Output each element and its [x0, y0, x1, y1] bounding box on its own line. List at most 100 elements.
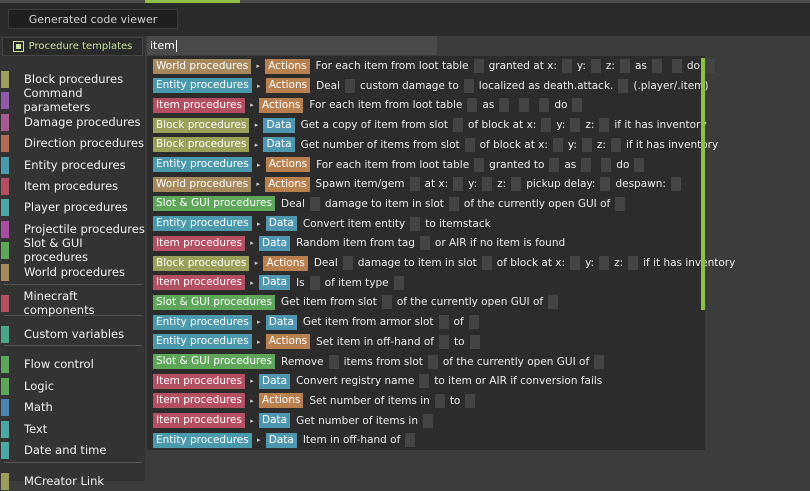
- sidebar-category-date-and-time[interactable]: Date and time: [0, 440, 145, 460]
- generated-code-viewer-button[interactable]: Generated code viewer: [8, 9, 178, 29]
- procedure-text-fragment: For each item from loot table: [316, 158, 470, 171]
- category-tag: World procedures: [153, 58, 252, 74]
- input-slot-placeholder: [427, 354, 438, 369]
- sidebar-category-entity-procedures[interactable]: Entity procedures: [0, 155, 145, 175]
- sidebar-category-slot-gui-procedures[interactable]: Slot & GUI procedures: [0, 236, 145, 264]
- procedure-text-fragment: do: [554, 99, 568, 112]
- search-input[interactable]: item: [147, 36, 437, 55]
- procedure-description: Deal custom damage to localized as death.a…: [316, 78, 709, 93]
- category-tag: Entity procedures: [153, 216, 252, 232]
- procedure-text-fragment: of: [453, 316, 464, 329]
- sidebar-category-label: Minecraft components: [23, 289, 95, 317]
- input-slot-placeholder: [342, 256, 353, 270]
- procedure-templates-button[interactable]: Procedure templates: [2, 37, 143, 56]
- procedure-result-row[interactable]: Block procedures ▸ Data Get number of items…: [153, 137, 718, 153]
- procedure-result-row[interactable]: Slot & GUI procedures Remove items from sl…: [153, 354, 609, 370]
- procedure-text-fragment: despawn:: [615, 178, 666, 191]
- sidebar-category-mcreator-link[interactable]: MCreator Link: [0, 471, 145, 491]
- procedure-result-row[interactable]: Item procedures ▸ Actions Set number of ite…: [153, 393, 480, 409]
- procedure-description: Spawn item/gem at x: y: z: pickup delay: desp…: [316, 177, 686, 192]
- sidebar-category-world-procedures[interactable]: World procedures: [0, 262, 145, 282]
- category-color-swatch: [1, 398, 9, 416]
- procedure-result-row[interactable]: Entity procedures ▸ Data Convert item entit…: [153, 216, 491, 232]
- input-slot-placeholder: [519, 98, 530, 113]
- procedure-text-fragment: of block at x:: [496, 257, 566, 269]
- procedure-result-row[interactable]: Entity procedures ▸ Actions For each item f…: [153, 157, 649, 173]
- procedure-text-fragment: Get a copy of item from slot: [300, 119, 449, 132]
- sidebar-category-custom-variables[interactable]: Custom variables: [0, 324, 145, 344]
- sidebar-category-text[interactable]: Text: [0, 419, 145, 439]
- category-color-swatch: [1, 220, 9, 238]
- procedure-description: Get item from armor slot of: [302, 315, 484, 330]
- kind-tag: Actions: [265, 78, 311, 94]
- procedure-result-row[interactable]: Block procedures ▸ Actions Deal damage to it…: [153, 255, 735, 271]
- input-slot-placeholder: [453, 177, 464, 192]
- procedure-text-fragment: y:: [576, 60, 586, 72]
- sidebar-category-direction-procedures[interactable]: Direction procedures: [0, 133, 145, 153]
- procedure-result-row[interactable]: World procedures ▸ Actions Spawn item/gem at…: [153, 176, 686, 192]
- category-tag: Entity procedures: [153, 334, 252, 350]
- input-slot-placeholder: [511, 177, 522, 192]
- procedure-result-row[interactable]: Item procedures ▸ Data Is of item type: [153, 275, 409, 291]
- results-scrollbar[interactable]: [701, 58, 705, 310]
- category-tag: World procedures: [153, 176, 252, 192]
- procedure-result-row[interactable]: Entity procedures ▸ Data Item in off-hand o…: [153, 432, 420, 448]
- chevron-right-icon: ▸: [250, 239, 254, 248]
- input-slot-placeholder: [438, 315, 449, 330]
- sidebar-category-minecraft-components[interactable]: Minecraft components: [0, 289, 145, 317]
- kind-tag: Data: [263, 137, 295, 153]
- procedure-text-fragment: Get item from armor slot: [302, 316, 434, 329]
- procedure-result-row[interactable]: World procedures ▸ Actions For each item fr…: [153, 58, 720, 74]
- sidebar-category-label: Projectile procedures: [24, 222, 145, 236]
- procedure-text-fragment: z:: [497, 178, 507, 191]
- input-slot-placeholder: [393, 275, 404, 290]
- sidebar-category-player-procedures[interactable]: Player procedures: [0, 197, 145, 217]
- procedure-text-fragment: Deal: [313, 257, 338, 269]
- chevron-right-icon: ▸: [250, 396, 254, 405]
- category-color-swatch: [1, 294, 9, 312]
- procedure-result-row[interactable]: Slot & GUI procedures Get item from slot o…: [153, 294, 563, 310]
- procedure-text-fragment: damage to item in slot: [357, 257, 477, 269]
- procedure-result-row[interactable]: Item procedures ▸ Data Convert registry nam…: [153, 373, 602, 389]
- chevron-right-icon: ▸: [256, 62, 260, 70]
- sidebar-category-math[interactable]: Math: [0, 397, 145, 417]
- procedure-result-row[interactable]: Item procedures ▸ Actions For each item fro…: [153, 97, 587, 113]
- kind-tag: Data: [258, 235, 291, 251]
- procedure-text-fragment: Random item from tag: [296, 237, 415, 250]
- sidebar-category-logic[interactable]: Logic: [0, 376, 145, 396]
- category-color-swatch: [1, 325, 9, 343]
- sidebar-category-command-parameters[interactable]: Command parameters: [0, 86, 145, 114]
- procedure-text-fragment: z:: [614, 257, 624, 269]
- procedure-result-row[interactable]: Item procedures ▸ Data Random item from tag…: [153, 235, 565, 251]
- sidebar-category-item-procedures[interactable]: Item procedures: [0, 176, 145, 196]
- procedure-description: Get a copy of item from slot of block at …: [300, 118, 707, 133]
- input-slot-placeholder: [704, 59, 715, 73]
- procedure-result-row[interactable]: Entity procedures ▸ Actions Set item in off…: [153, 334, 485, 350]
- procedure-result-row[interactable]: Item procedures ▸ Data Get number of items …: [153, 413, 438, 429]
- procedure-result-row[interactable]: Block procedures ▸ Data Get a copy of item …: [153, 117, 707, 133]
- kind-tag: Data: [263, 117, 295, 133]
- chevron-right-icon: ▸: [256, 337, 261, 346]
- input-slot-placeholder: [464, 137, 475, 152]
- sidebar-category-damage-procedures[interactable]: Damage procedures: [0, 112, 145, 132]
- procedure-result-row[interactable]: Slot & GUI procedures Deal damage to item …: [153, 196, 630, 212]
- procedure-result-row[interactable]: Entity procedures ▸ Data Get item from armo…: [153, 314, 484, 330]
- procedure-text-fragment: localized as death.attack.: [478, 79, 614, 92]
- procedure-text-fragment: Set number of items in: [309, 394, 430, 407]
- chevron-right-icon: ▸: [250, 101, 254, 110]
- category-tag: Item procedures: [153, 413, 245, 429]
- category-color-swatch: [1, 420, 9, 438]
- procedure-text-fragment: z:: [585, 119, 595, 132]
- active-tab-indicator: [145, 0, 240, 3]
- kind-tag: Data: [258, 413, 291, 429]
- input-slot-placeholder: [465, 393, 476, 408]
- category-color-swatch: [1, 113, 9, 131]
- procedure-result-row[interactable]: Entity procedures ▸ Actions Deal custom dama…: [153, 78, 709, 94]
- category-tag: Entity procedures: [153, 432, 252, 448]
- input-slot-placeholder: [309, 196, 320, 211]
- sidebar-category-flow-control[interactable]: Flow control: [0, 354, 145, 374]
- input-slot-placeholder: [473, 59, 484, 73]
- top-tab-strip: [0, 0, 145, 3]
- input-slot-placeholder: [600, 177, 611, 192]
- procedure-text-fragment: to: [453, 335, 465, 348]
